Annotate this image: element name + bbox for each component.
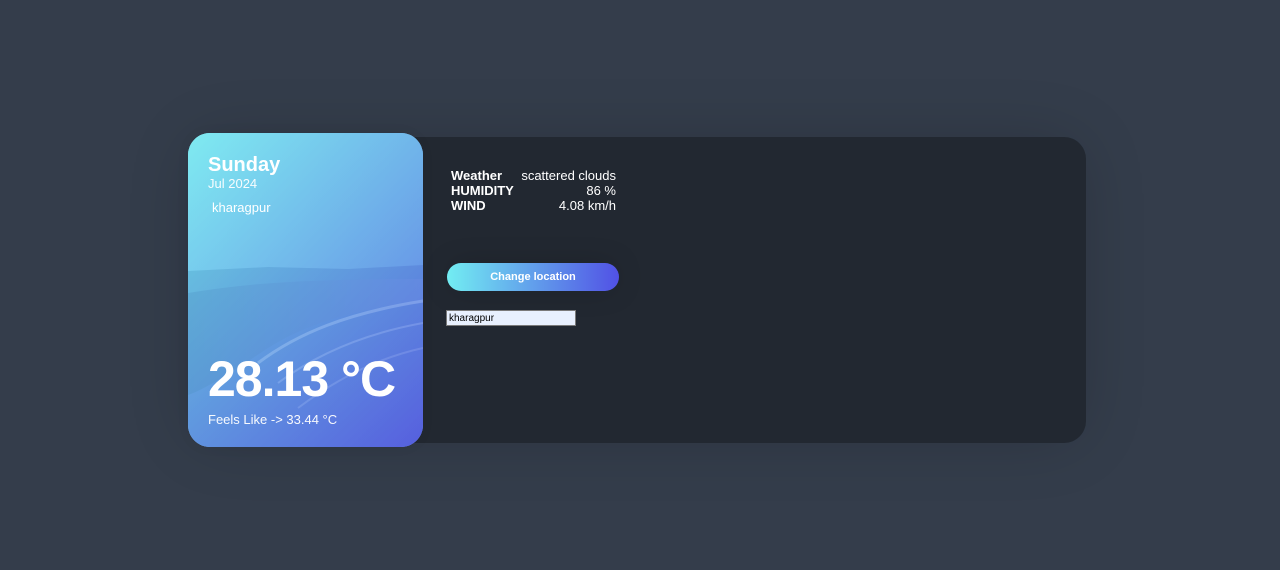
weather-container: 28.13 °C Feels Like -> 33.44 °C: [208, 351, 396, 427]
location-label: kharagpur: [212, 200, 271, 215]
day-name: Sunday: [208, 154, 281, 176]
location-input[interactable]: [446, 310, 576, 326]
wind-title: WIND: [451, 198, 486, 213]
humidity-row: HUMIDITY 86 %: [451, 183, 616, 198]
weather-value: scattered clouds: [521, 168, 616, 183]
weather-card: Sunday Jul 2024 kharagpur 28.13 °C Feels…: [188, 133, 423, 447]
wind-row: WIND 4.08 km/h: [451, 198, 616, 213]
location: kharagpur: [212, 200, 280, 215]
feels-like: Feels Like -> 33.44 °C: [208, 412, 338, 427]
change-location-button[interactable]: Change location: [447, 263, 619, 291]
temperature: 28.13 °C: [208, 351, 396, 407]
humidity-title: HUMIDITY: [451, 183, 514, 198]
weather-row: Weather scattered clouds: [451, 168, 616, 183]
date-label: Jul 2024: [208, 176, 258, 191]
info-side: Weather scattered clouds HUMIDITY 86 % W…: [451, 168, 616, 213]
date-container: Sunday Jul 2024 kharagpur: [208, 155, 280, 215]
weather-title: Weather: [451, 168, 503, 183]
wind-value: 4.08 km/h: [558, 198, 616, 213]
humidity-value: 86 %: [586, 183, 616, 198]
